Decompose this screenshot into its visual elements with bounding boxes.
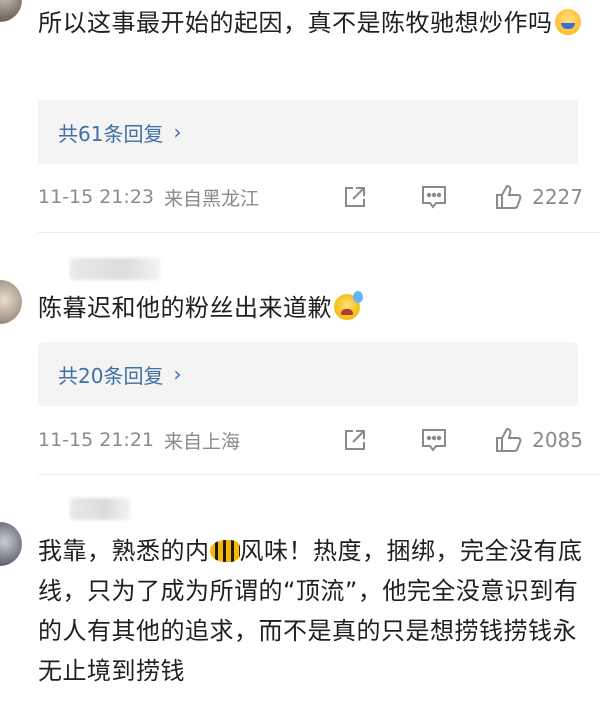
avatar[interactable] — [0, 522, 22, 566]
comment-meta: 11-15 21:21 来自上海 2085 — [38, 425, 583, 455]
comment-icon — [422, 429, 447, 452]
divider — [38, 474, 600, 475]
thumbs-up-icon — [496, 184, 522, 209]
chevron-right-icon: › — [173, 362, 182, 386]
replies-count-label: 共61条回复 — [58, 121, 164, 146]
comment-location: 来自黑龙江 — [164, 187, 260, 210]
comment-button[interactable] — [420, 184, 448, 210]
username-blurred[interactable] — [70, 498, 130, 520]
thumbs-up-icon — [496, 427, 522, 452]
sweating-face-emoji-icon — [334, 291, 363, 320]
username-blurred[interactable] — [70, 258, 160, 280]
share-button[interactable] — [342, 184, 368, 210]
comment-meta: 11-15 21:23 来自黑龙江 2227 — [38, 182, 583, 212]
like-count: 2227 — [532, 185, 583, 209]
grinning-sweat-emoji-icon — [554, 9, 581, 35]
replies-count-label: 共20条回复 — [58, 363, 164, 388]
chevron-right-icon: › — [173, 120, 182, 144]
comment-location: 来自上海 — [164, 430, 241, 453]
comment-icon — [422, 186, 447, 209]
divider — [38, 232, 600, 233]
like-button[interactable]: 2085 — [494, 426, 583, 454]
comment-time: 11-15 21:23 — [38, 186, 155, 208]
comment-button[interactable] — [420, 427, 448, 453]
comment-text: 我靠，熟悉的内 风味！热度，捆绑，完全没有底线，只为了成为所谓的“顶流”，他完全没… — [38, 537, 583, 685]
share-icon — [345, 187, 366, 207]
fish-emoji-icon — [209, 540, 240, 562]
replies-link[interactable]: 共20条回复 › — [38, 342, 578, 406]
avatar[interactable] — [0, 280, 22, 324]
comment-time: 11-15 21:21 — [38, 429, 155, 451]
avatar[interactable] — [0, 0, 22, 22]
like-button[interactable]: 2227 — [494, 183, 583, 211]
share-button[interactable] — [342, 427, 368, 453]
share-icon — [345, 430, 366, 450]
replies-link[interactable]: 共61条回复 › — [38, 100, 578, 164]
like-count: 2085 — [532, 428, 583, 452]
comment-text: 陈暮迟和他的粉丝出来道歉 — [38, 291, 583, 325]
comment-text: 所以这事最开始的起因，真不是陈牧驰想炒作吗 — [38, 6, 583, 40]
